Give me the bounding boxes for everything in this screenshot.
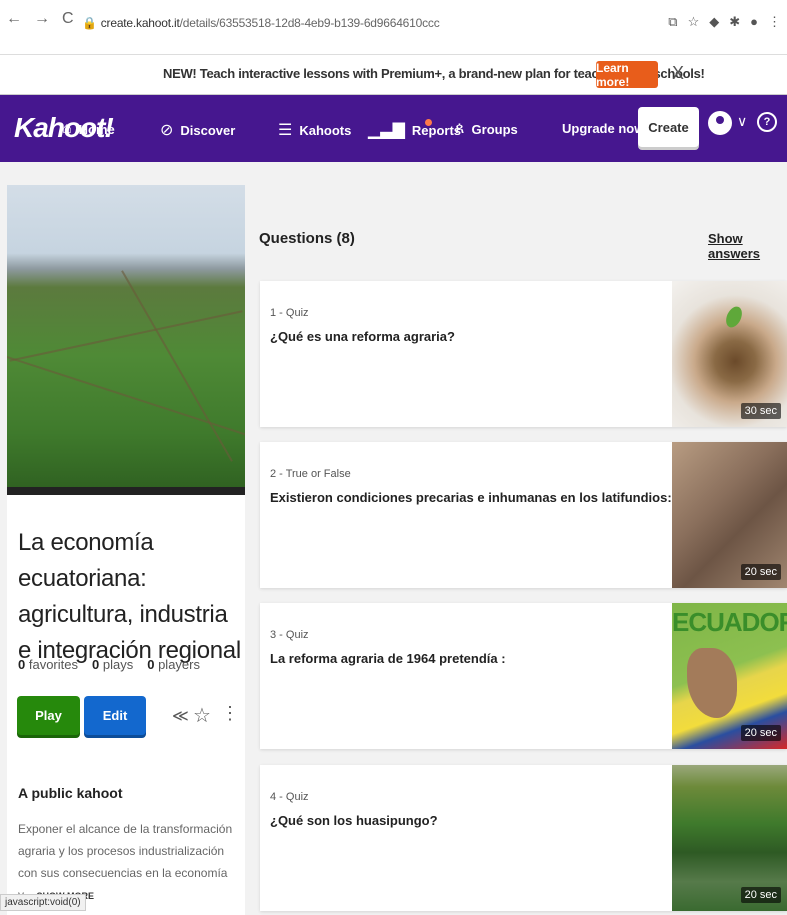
browser-toolbar: ← → C 🔒 create.kahoot.it/details/63553518… — [0, 0, 787, 55]
play-button[interactable]: Play — [17, 696, 80, 735]
nav-reports[interactable]: ▁▃▇ Reports — [368, 120, 461, 140]
browser-status-bar: javascript:void(0) — [0, 894, 86, 911]
question-card[interactable]: 1 - Quiz ¿Qué es una reforma agraria? 30… — [260, 281, 787, 427]
list-icon: ☰ — [278, 122, 293, 139]
share-icon[interactable]: ≪ — [172, 706, 189, 726]
promo-banner: NEW! Teach interactive lessons with Prem… — [0, 55, 787, 95]
nav-groups[interactable]: ጰ Groups — [455, 120, 518, 138]
question-image: 20 sec — [672, 765, 787, 911]
favorites-label: favorites — [28, 657, 78, 672]
question-text: La reforma agraria de 1964 pretendía : — [270, 651, 506, 666]
url-host: create.kahoot.it — [100, 16, 180, 30]
nav-reports-label: Reports — [411, 122, 462, 138]
question-text: ¿Qué son los huasipungo? — [270, 813, 438, 828]
favorite-star-icon[interactable]: ☆ — [193, 703, 211, 728]
kahoot-details-panel: La economía ecuatoriana: agricultura, in… — [7, 185, 245, 915]
reports-notification-dot — [425, 119, 432, 126]
question-image: 30 sec — [672, 281, 787, 427]
visibility-label: A public kahoot — [18, 785, 123, 801]
question-image-text: ECUADOR — [672, 607, 787, 637]
bookmark-star-icon[interactable]: ☆ — [688, 14, 700, 30]
help-icon[interactable]: ? — [757, 112, 777, 132]
people-icon: ጰ — [455, 120, 465, 137]
avatar[interactable] — [708, 111, 732, 135]
profile-icon[interactable]: ● — [750, 14, 758, 30]
question-card[interactable]: 2 - True or False Existieron condiciones… — [260, 442, 787, 588]
plays-label: plays — [102, 657, 134, 672]
favorites-stat: 0 favorites — [18, 657, 78, 672]
address-bar[interactable]: 🔒 create.kahoot.it/details/63553518-12d8-… — [82, 16, 440, 30]
question-text: Existieron condiciones precarias e inhum… — [270, 490, 672, 505]
menu-icon[interactable]: ⋮ — [768, 14, 781, 30]
compass-icon: ⊘ — [160, 122, 174, 139]
question-image: ECUADOR 20 sec — [672, 603, 787, 749]
description-text: Exponer el alcance de la transformación … — [18, 822, 233, 902]
translate-icon[interactable]: ⧉ — [668, 14, 677, 30]
nav-groups-label: Groups — [471, 121, 518, 137]
puzzle-icon[interactable]: ✱ — [729, 14, 740, 30]
show-answers-link[interactable]: Show answers — [708, 231, 787, 261]
nav-kahoots-label: Kahoots — [299, 122, 352, 138]
question-time: 20 sec — [740, 564, 781, 580]
browser-nav: ← → C — [6, 10, 74, 28]
kahoot-stats: 0 favorites 0 plays 0 players — [18, 657, 200, 672]
players-count: 0 — [147, 657, 155, 672]
question-time: 20 sec — [740, 725, 781, 741]
upgrade-now-link[interactable]: Upgrade now — [562, 121, 644, 136]
nav-home[interactable]: ⌂ Home — [62, 120, 115, 138]
question-card[interactable]: 3 - Quiz La reforma agraria de 1964 pret… — [260, 603, 787, 749]
forward-icon[interactable]: → — [34, 10, 50, 28]
close-icon[interactable]: X — [672, 63, 684, 84]
question-meta: 4 - Quiz — [270, 791, 309, 803]
questions-heading: Questions (8) — [259, 230, 355, 247]
chevron-down-icon[interactable]: ∨ — [737, 113, 747, 130]
nav-discover-label: Discover — [180, 122, 236, 138]
extensions: ⧉ ☆ ◆ ✱ ● ⋮ — [668, 14, 781, 30]
favorites-count: 0 — [18, 657, 26, 672]
extension-icon[interactable]: ◆ — [709, 14, 719, 30]
question-card[interactable]: 4 - Quiz ¿Qué son los huasipungo? 20 sec — [260, 765, 787, 911]
top-nav: Kahoot! ⌂ Home ⊘ Discover ☰ Kahoots ▁▃▇ Repo… — [0, 95, 787, 162]
players-label: players — [158, 657, 200, 672]
plays-stat: 0 plays — [92, 657, 133, 672]
reload-icon[interactable]: C — [62, 10, 74, 28]
plays-count: 0 — [92, 657, 100, 672]
nav-home-label: Home — [78, 121, 115, 137]
question-meta: 2 - True or False — [270, 468, 351, 480]
more-options-icon[interactable]: ⋮ — [221, 703, 239, 724]
nav-discover[interactable]: ⊘ Discover — [160, 120, 235, 140]
players-stat: 0 players — [147, 657, 200, 672]
bar-chart-icon: ▁▃▇ — [368, 122, 405, 139]
home-icon: ⌂ — [62, 120, 72, 137]
lock-icon: 🔒 — [82, 16, 97, 30]
url-path: /details/63553518-12d8-4eb9-b139-6d96646… — [179, 16, 440, 30]
question-text: ¿Qué es una reforma agraria? — [270, 329, 455, 344]
back-icon[interactable]: ← — [6, 10, 22, 28]
question-time: 30 sec — [740, 403, 781, 419]
question-meta: 3 - Quiz — [270, 629, 309, 641]
edit-button[interactable]: Edit — [84, 696, 146, 735]
nav-kahoots[interactable]: ☰ Kahoots — [278, 120, 351, 140]
create-button[interactable]: Create — [638, 107, 699, 147]
question-meta: 1 - Quiz — [270, 307, 309, 319]
question-time: 20 sec — [740, 887, 781, 903]
cover-image — [7, 185, 245, 495]
kahoot-title: La economía ecuatoriana: agricultura, in… — [18, 529, 241, 664]
learn-more-button[interactable]: Learn more! — [596, 61, 658, 89]
question-image: 20 sec — [672, 442, 787, 588]
